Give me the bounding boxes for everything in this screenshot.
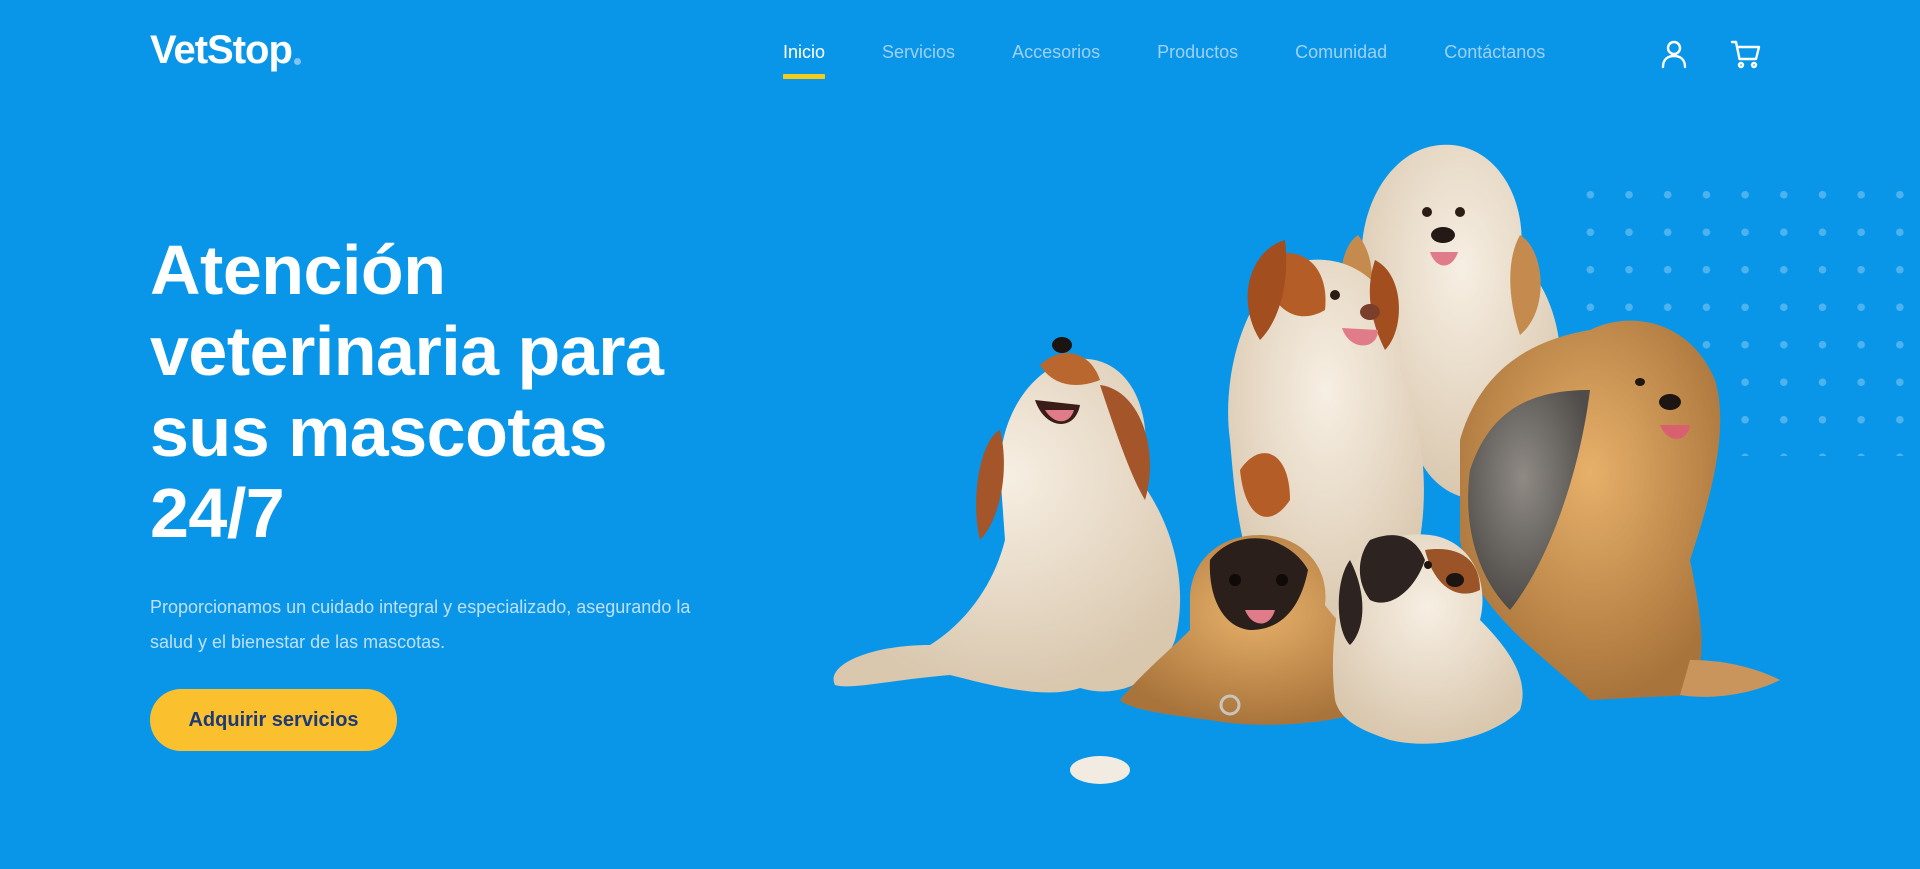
logo-text: VetStop bbox=[150, 28, 293, 72]
hero-title-line: sus mascotas bbox=[150, 393, 608, 471]
logo[interactable]: VetStop bbox=[150, 28, 301, 73]
hero-title-line: veterinaria para bbox=[150, 312, 664, 390]
hero-title: Atención veterinaria para sus mascotas 2… bbox=[150, 230, 750, 554]
nav-item-productos[interactable]: Productos bbox=[1157, 42, 1238, 63]
group-of-dogs-image bbox=[833, 144, 1780, 784]
nav-item-comunidad[interactable]: Comunidad bbox=[1295, 42, 1387, 63]
hero-title-line: Atención bbox=[150, 231, 446, 309]
nav-item-contactanos[interactable]: Contáctanos bbox=[1444, 42, 1545, 63]
nav-item-servicios[interactable]: Servicios bbox=[882, 42, 955, 63]
hero-description: Proporcionamos un cuidado integral y esp… bbox=[150, 597, 691, 652]
nav-item-accesorios[interactable]: Accesorios bbox=[1012, 42, 1100, 63]
hero-title-line: 24/7 bbox=[150, 474, 285, 552]
user-icon[interactable] bbox=[1658, 38, 1690, 70]
acquire-services-button[interactable]: Adquirir servicios bbox=[150, 689, 397, 751]
cart-icon[interactable] bbox=[1730, 38, 1762, 70]
logo-dot bbox=[293, 58, 301, 65]
nav-item-inicio[interactable]: Inicio bbox=[783, 42, 826, 79]
header-icons bbox=[1658, 38, 1762, 70]
main-nav: Inicio Servicios Accesorios Productos Co… bbox=[783, 42, 1545, 79]
